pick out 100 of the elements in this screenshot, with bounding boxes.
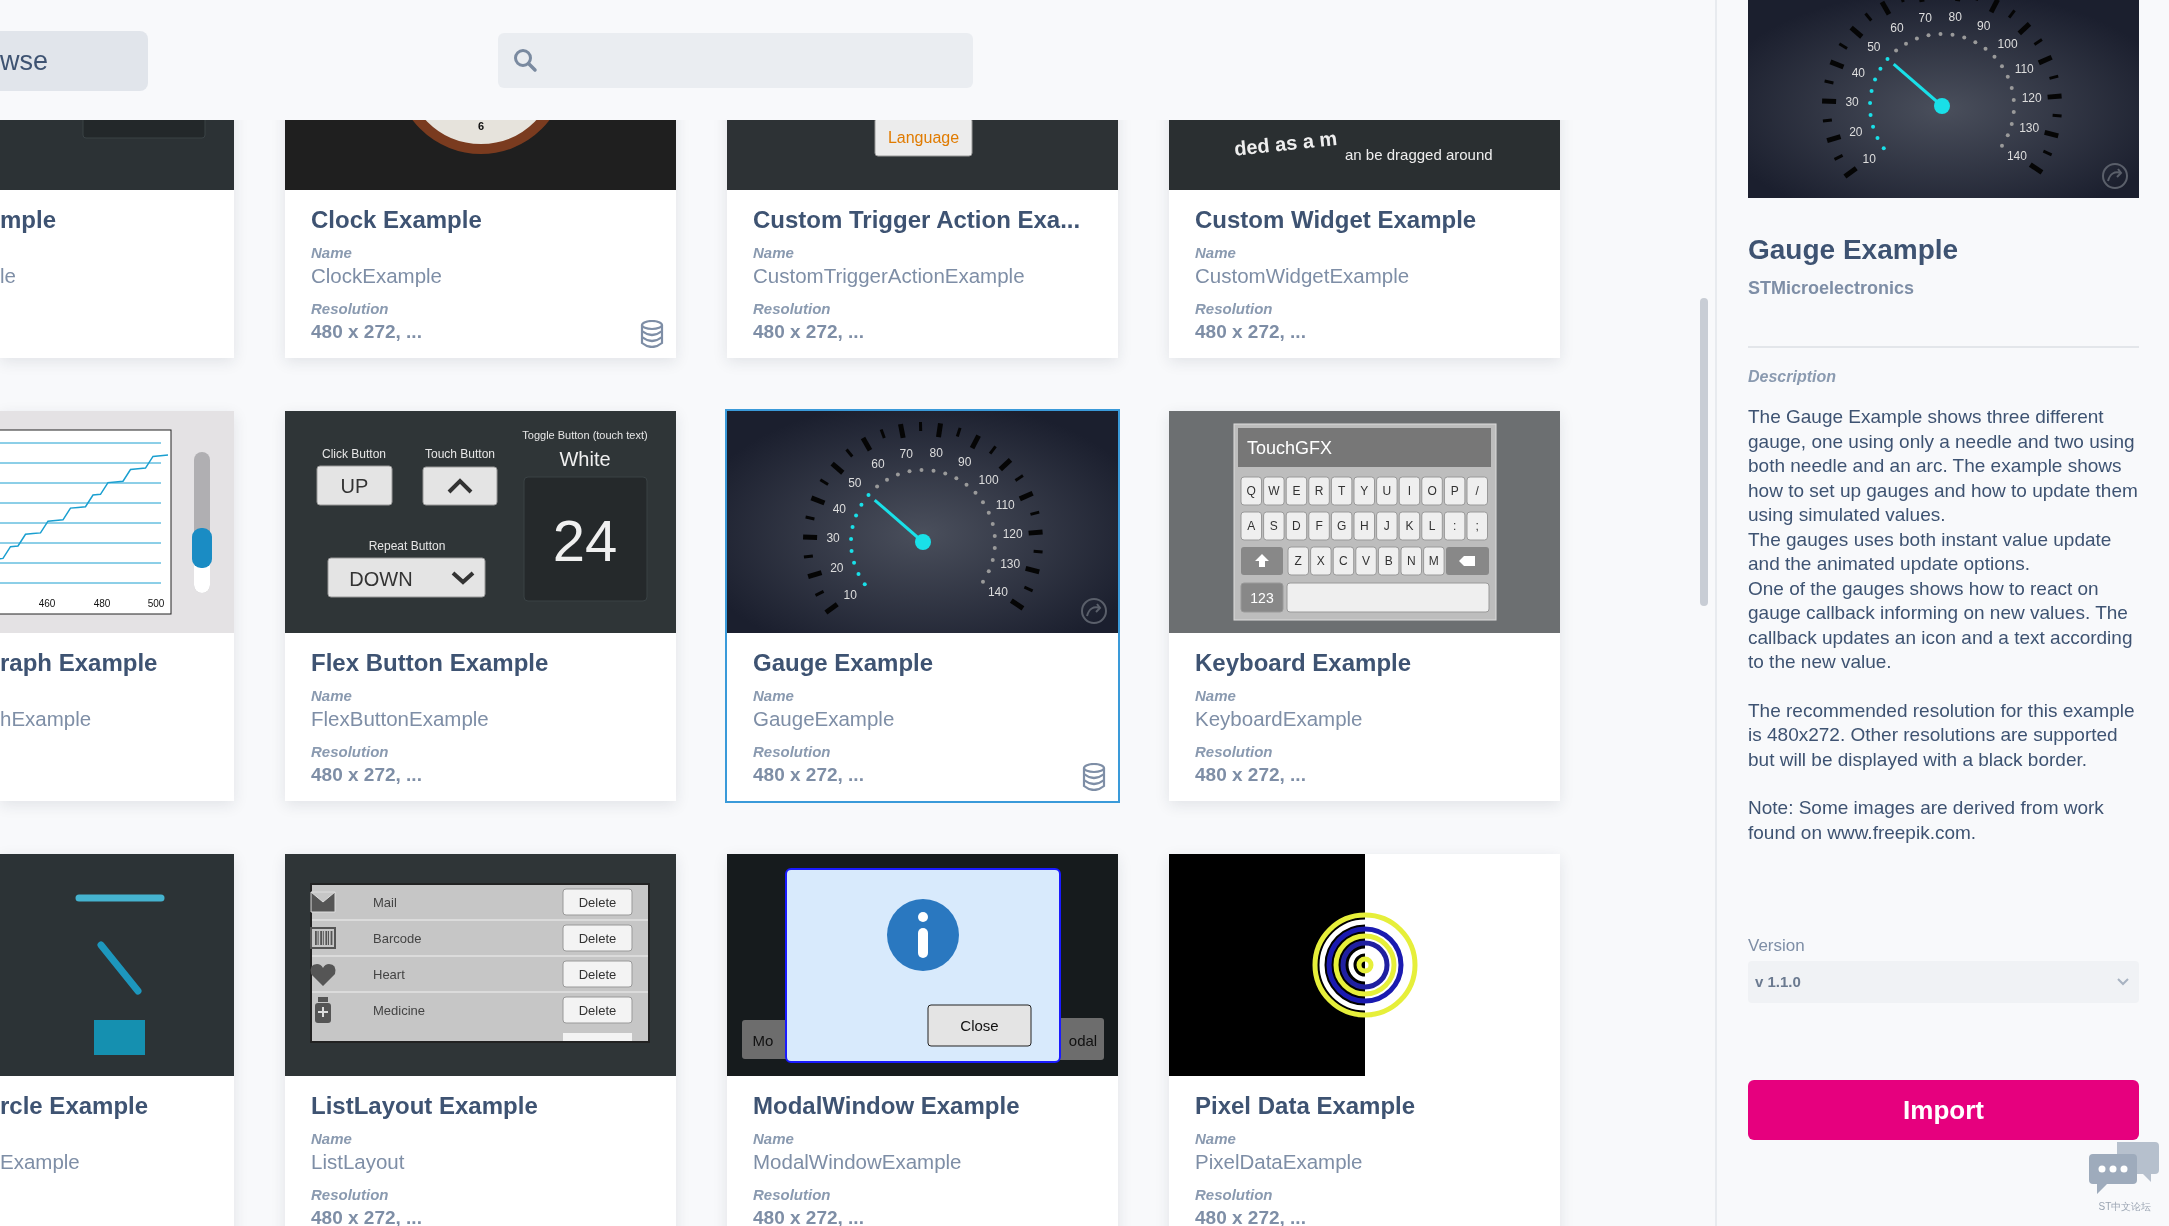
card-title: Keyboard Example [1195, 648, 1413, 678]
keyboard-key: Y [1353, 476, 1375, 506]
button-caption: Touch Button [424, 447, 496, 461]
gauge-number: 140 [987, 584, 1008, 599]
backspace-key [1446, 547, 1489, 575]
delete-button: Delete [562, 996, 633, 1024]
field-label: Version [1748, 935, 1805, 957]
card-resolution: 480 x 272, ... [311, 763, 422, 787]
field-label: Name [311, 1130, 352, 1148]
gauge-number: 10 [843, 587, 857, 602]
gauge-number: 100 [978, 473, 999, 488]
version-value: v 1.1.0 [1755, 971, 1801, 992]
keyboard-key: G [1330, 511, 1353, 541]
description-text: The gauges uses both instant value update and the animated update options. [1748, 527, 2113, 576]
refresh-icon [1081, 598, 1107, 624]
text-field-drawing: TouchGFX [1238, 428, 1491, 467]
keyboard-key: B [1377, 546, 1400, 576]
keyboard-key: P [1443, 476, 1466, 506]
import-button[interactable]: Import [1748, 1080, 2139, 1140]
keyboard-key: Z [1287, 546, 1309, 576]
keyboard-key: X [1310, 546, 1332, 576]
keyboard-key: Q [1240, 476, 1262, 506]
list-item-label: Barcode [373, 930, 422, 946]
down-button: DOWN [327, 557, 486, 598]
example-title: Gauge Example [1748, 233, 1959, 267]
list-item-label: Heart [373, 966, 405, 982]
card-title: Clock Example [311, 205, 483, 235]
example-card[interactable]: Toggle Button (touch text) Click Button Touch Button White UP Repeat Button DOWN 24 Flex Button Example Name FlexButtonExample Resolution 480 x 272, ... [285, 411, 676, 801]
partial-button [563, 1033, 632, 1041]
chevron-down-icon [2117, 978, 2129, 986]
field-label: Resolution [1195, 300, 1273, 318]
keyboard-key: N [1400, 546, 1422, 576]
scrollbar-thumb[interactable] [1700, 298, 1708, 606]
field-label: Name [1195, 687, 1236, 705]
card-title: Custom Trigger Action Exa... [753, 205, 1082, 235]
example-card[interactable]: 70 80 60 90 50 100 40 110 30 120 20 130 10 140 Gauge Example Name GaugeExample Resolution 480 x 272, ... [727, 411, 1118, 801]
example-card[interactable]: 460 480 500 raph Example hExample [0, 411, 234, 801]
gauge-number: 130 [1000, 557, 1021, 572]
card-name: KeyboardExample [1195, 706, 1363, 732]
card-name: PixelDataExample [1195, 1149, 1363, 1175]
search-icon [513, 47, 539, 74]
description-text: The Gauge Example shows three different gauge, one using only a needle and two using both needle and an arc. The example shows how to set up gauges and how to update them using simulated values. [1748, 405, 2139, 527]
example-card[interactable]: 6 Clock Example Name ClockExample Resolution 480 x 272, ... [285, 120, 676, 358]
axis-label: 460 [38, 597, 56, 609]
field-label: Resolution [1195, 743, 1273, 761]
keyboard-key: M [1423, 546, 1445, 576]
square-shape [94, 1020, 145, 1055]
section-label: Description [1748, 367, 1836, 387]
version-dropdown[interactable]: v 1.1.0 [1748, 961, 2139, 1003]
gauge-number: 50 [848, 476, 862, 491]
caption-text: an be dragged around [1345, 145, 1493, 163]
vendor-name: STMicroelectronics [1748, 277, 1915, 300]
bottle-icon [315, 997, 331, 1023]
card-name: le [0, 263, 16, 289]
example-card[interactable]: mple le [0, 120, 234, 358]
card-name: hExample [0, 706, 92, 732]
field-label: Name [1195, 244, 1236, 262]
example-card[interactable]: rcle Example Example [0, 854, 234, 1226]
card-resolution: 480 x 272, ... [1195, 763, 1306, 787]
needle [873, 498, 931, 550]
browse-button[interactable]: wse [0, 31, 148, 91]
numbers-key: 123 [1240, 582, 1284, 613]
field-label: Name [753, 687, 794, 705]
up-button: UP [316, 465, 393, 506]
field-label: Resolution [311, 300, 389, 318]
card-name: ClockExample [311, 263, 443, 289]
card-name: Example [0, 1149, 80, 1175]
gauge-number: 120 [1002, 527, 1023, 542]
example-card[interactable]: Language Custom Trigger Action Exa... Name CustomTriggerActionExample Resolution 480 x 272, ... [727, 120, 1118, 358]
gauge-number: 90 [958, 455, 972, 470]
keyboard-key: J [1376, 511, 1398, 541]
keyboard-key: I [1398, 476, 1421, 506]
card-name: GaugeExample [753, 706, 895, 732]
field-label: Name [311, 244, 352, 262]
search-field[interactable] [498, 33, 973, 88]
delete-button: Delete [562, 960, 633, 988]
delete-button: Delete [562, 888, 633, 916]
keyboard-key: / [1466, 476, 1488, 506]
gauge-number: 30 [1845, 95, 1859, 110]
gauge-number: 60 [1890, 21, 1904, 36]
example-card[interactable]: TouchGFX Q W E R T Y U I O P / A S D F G H J K L : ; Z X C V B N M 123 Keyboard Example Name KeyboardExample Resolution 480 x 272, ... [1169, 411, 1560, 801]
curved-text: ded as a m [1233, 127, 1339, 160]
example-card[interactable]: ded as a m an be dragged around Custom Widget Example Name CustomWidgetExample Resolution 480 x 272, ... [1169, 120, 1560, 358]
toggle-text: White [559, 448, 611, 470]
axis-label: 500 [147, 597, 165, 609]
gauge-number: 140 [2006, 148, 2027, 163]
keyboard-key: L [1421, 511, 1443, 541]
field-label: Resolution [311, 743, 389, 761]
field-label: Resolution [753, 1186, 831, 1204]
gauge-number: 10 [1862, 151, 1876, 166]
keyboard-key: S [1263, 511, 1285, 541]
gauge-number: 70 [1918, 10, 1932, 25]
field-label: Name [1195, 1130, 1236, 1148]
keyboard-key: O [1421, 476, 1443, 506]
card-resolution: 480 x 272, ... [1195, 320, 1306, 344]
delete-button: Delete [562, 924, 633, 952]
keyboard-key: F [1308, 511, 1330, 541]
field-label: Name [753, 244, 794, 262]
field-label: Resolution [311, 1186, 389, 1204]
card-title: ListLayout Example [311, 1091, 539, 1121]
